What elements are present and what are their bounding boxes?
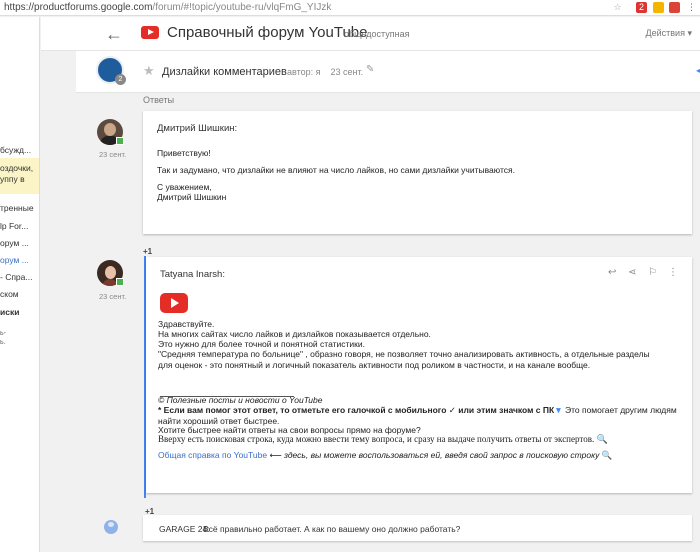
bookmark-extension-icon[interactable] [653, 2, 664, 13]
menu-icon[interactable]: ⋮ [686, 2, 697, 13]
youtube-logo-icon [141, 26, 159, 39]
help-center-link[interactable]: Общая справка по YouTube [158, 450, 267, 460]
post-author[interactable]: Tatyana Inarsh: [160, 269, 225, 280]
pc-mark-icon: ▼ [554, 405, 563, 415]
extension-badge-icon[interactable]: 2 [636, 2, 647, 13]
badge-icon [116, 278, 124, 286]
search-icon: 🔍 [596, 434, 608, 444]
arrow-left-icon[interactable]: ◂ [696, 63, 700, 77]
star-icon[interactable]: ★ [143, 63, 155, 79]
forum-title[interactable]: Справочный форум YouTube [167, 24, 368, 41]
replies-label: Ответы [143, 95, 175, 105]
post-greeting: Приветствую! [157, 148, 211, 158]
edit-pencil-icon[interactable]: ✎ [366, 64, 374, 75]
topic-title: Дизлайки комментариев [162, 66, 287, 78]
sidebar-footer: ь. [0, 339, 6, 346]
post-card: GARAGE 24: Всё правильно работает. А как… [143, 515, 692, 541]
forum-visibility: общедоступная [344, 29, 410, 39]
topic-meta: автор: я 23 сент. [287, 67, 364, 77]
post-card: Tatyana Inarsh: ↩ ⋖ ⚐ ⋮ Здравствуйте. На… [146, 257, 692, 493]
plus-one-count[interactable]: +1 [143, 247, 152, 256]
post-line: Общая справка по YouTube ⟵ здесь, вы мож… [158, 450, 613, 460]
post-body: Всё правильно работает. А как по вашему … [203, 524, 461, 534]
badge-icon [116, 137, 124, 145]
sidebar-item[interactable]: тренные [0, 203, 34, 213]
post-author[interactable]: Дмитрий Шишкин: [157, 123, 237, 134]
sidebar-item[interactable]: lp For... [0, 221, 28, 231]
sidebar-item[interactable]: бсужд... [0, 145, 31, 155]
sidebar: бсужд... оздочки, уппу в тренные lp For.… [0, 17, 40, 552]
forum-header: ← Справочный форум YouTube общедоступная… [41, 17, 700, 51]
url-text[interactable]: https://productforums.google.com/forum/#… [4, 2, 331, 13]
post-tip: * Если вам помог этот ответ, то отметьте… [158, 405, 677, 426]
avatar-count-badge: 2 [115, 74, 126, 85]
extension-icon[interactable] [669, 2, 680, 13]
post-date: 23 сент. [99, 292, 127, 301]
sidebar-item[interactable]: иски [0, 307, 19, 317]
post-author[interactable]: GARAGE 24: [159, 524, 210, 534]
post-signoff: С уважением, [157, 182, 212, 192]
sidebar-item[interactable]: оздочки, [0, 163, 33, 173]
post-line: Это нужно для более точной и понятной ст… [158, 339, 365, 349]
topic-avatar[interactable]: 2 [96, 56, 126, 85]
back-arrow-icon[interactable]: ← [105, 24, 123, 45]
report-icon[interactable]: ⚐ [648, 267, 657, 278]
user-avatar-icon[interactable] [104, 520, 118, 534]
share-icon[interactable]: ⋖ [628, 267, 636, 278]
useful-posts-link[interactable]: © Полезные посты и новости о YouTube [158, 395, 322, 406]
sidebar-footer: ь- [0, 330, 6, 337]
post-card: Дмитрий Шишкин: Приветствую! Так и задум… [143, 111, 692, 234]
post-line: Вверху есть поисковая строка, куда можно… [158, 434, 608, 444]
post-body: Так и задумано, что дизлайки не влияют н… [157, 165, 515, 175]
star-icon[interactable]: ☆ [612, 2, 623, 13]
sidebar-item[interactable]: уппу в [0, 174, 25, 184]
post-line: "Средняя температура по больнице" , обра… [158, 349, 650, 370]
sidebar-item[interactable]: орум ... [0, 238, 29, 248]
browser-address-bar[interactable]: https://productforums.google.com/forum/#… [0, 0, 700, 16]
search-icon: 🔍 [601, 450, 613, 460]
post-line: На многих сайтах число лайков и дизлайко… [158, 329, 431, 339]
youtube-logo-icon [160, 293, 188, 313]
chevron-down-icon: ▾ [687, 28, 692, 38]
post-line: Здравствуйте. [158, 319, 215, 329]
sidebar-item[interactable]: орум ... [0, 255, 29, 265]
topic-header: 2 ★ Дизлайки комментариев автор: я 23 се… [76, 51, 700, 93]
sidebar-item[interactable]: ском [0, 289, 19, 299]
post-date: 23 сент. [99, 150, 127, 159]
signature-link[interactable]: Дмитрий Шишкин [157, 192, 226, 203]
actions-menu-button[interactable]: Действия ▾ [646, 28, 692, 39]
sidebar-item[interactable]: - Спра... [0, 272, 32, 282]
reply-icon[interactable]: ↩ [608, 267, 616, 278]
more-icon[interactable]: ⋮ [668, 267, 678, 278]
